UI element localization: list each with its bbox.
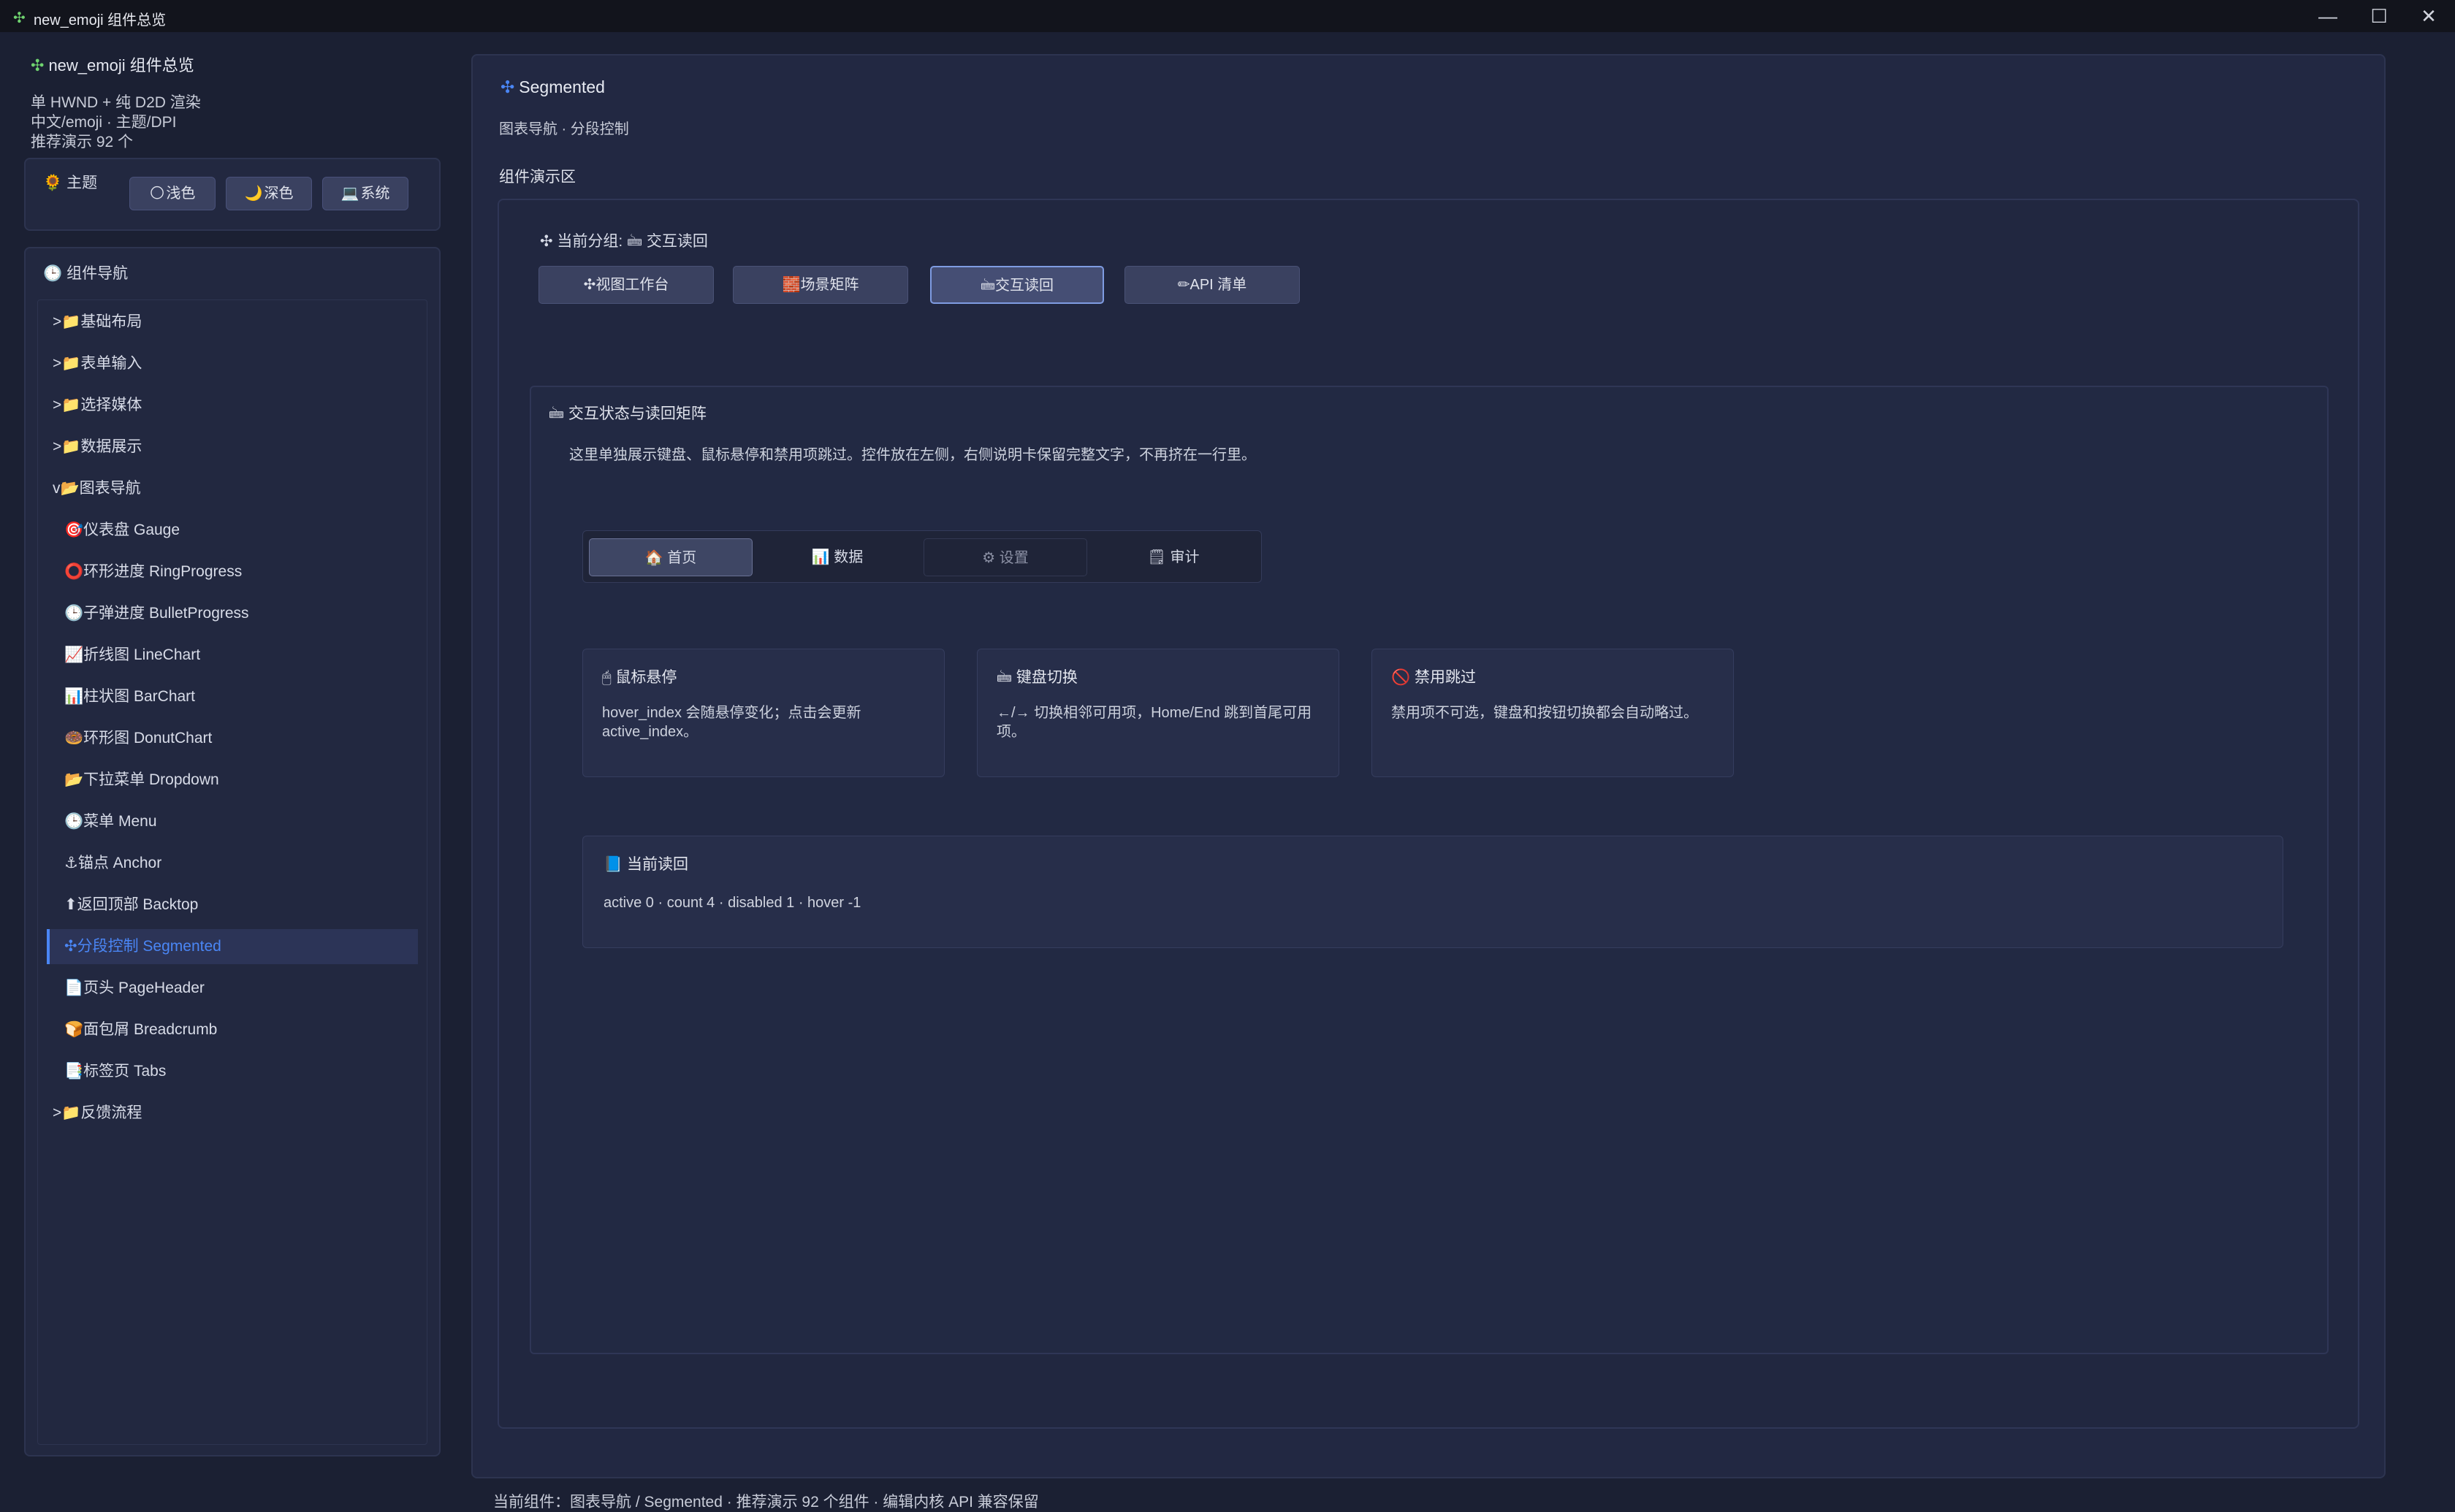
hover-info-title: 🖱 鼠标悬停: [602, 669, 677, 686]
nav-item-donut-chart[interactable]: 🍩环形图 DonutChart: [64, 721, 435, 756]
nav-group-feedback-flow[interactable]: >📁反馈流程: [53, 1096, 424, 1131]
page-title-label: Segmented: [519, 77, 605, 96]
page-title: ✣ Segmented: [500, 77, 605, 97]
theme-system-label: 系统: [360, 186, 390, 202]
group-view-workbench-button[interactable]: ✣视图工作台: [538, 266, 714, 304]
theme-panel: 🌻 主题 🌕 浅色 🌙 深色 💻 系统: [24, 158, 441, 231]
crescent-moon-icon: 🌙: [244, 186, 263, 202]
nav-panel: 🕒 组件导航 >📁基础布局 >📁表单输入 >📁选择媒体 >📁数据展示 v📂图表导航…: [24, 247, 441, 1456]
readout-value: active 0 · count 4 · disabled 1 · hover …: [604, 895, 861, 911]
window-title: new_emoji 组件总览: [34, 12, 167, 28]
minimize-button[interactable]: —: [2306, 3, 2350, 29]
nav-item-gauge[interactable]: 🎯仪表盘 Gauge: [64, 513, 435, 548]
theme-dark-button[interactable]: 🌙 深色: [226, 177, 312, 210]
segmented-icon: ✣: [500, 77, 515, 96]
nav-item-menu[interactable]: 🕒菜单 Menu: [64, 804, 435, 839]
status-bar: 当前组件：图表导航 / Segmented · 推荐演示 92 个组件 · 编辑…: [493, 1494, 1039, 1511]
group-interaction-readback-button[interactable]: 🖮交互读回: [930, 266, 1104, 304]
sunflower-icon: 🌻: [43, 175, 63, 191]
nav-title-label: 组件导航: [66, 265, 129, 282]
app-info-line: 中文/emoji · 主题/DPI: [31, 114, 177, 131]
theme-light-label: 浅色: [166, 186, 196, 202]
laptop-icon: 💻: [340, 186, 359, 202]
nav-item-backtop[interactable]: ⬆返回顶部 Backtop: [64, 887, 435, 923]
keyboard-info-desc: ←/→ 切换相邻可用项，Home/End 跳到首尾可用项。: [997, 705, 1312, 740]
disabled-info-desc: 禁用项不可选，键盘和按钮切换都会自动略过。: [1391, 705, 1698, 721]
nav-group-data-display[interactable]: >📁数据展示: [53, 429, 424, 465]
segmented-control: 🏠 首页 📊 数据 ⚙ 设置 🗒 审计: [582, 530, 1262, 583]
hover-info-card: 🖱 鼠标悬停 hover_index 会随悬停变化；点击会更新 active_i…: [582, 649, 945, 777]
theme-light-button[interactable]: 🌕 浅色: [129, 177, 216, 210]
disabled-info-card: 🚫 禁用跳过 禁用项不可选，键盘和按钮切换都会自动略过。: [1371, 649, 1734, 777]
app-header-title: new_emoji 组件总览: [48, 56, 194, 75]
clock-icon: 🕒: [43, 265, 63, 282]
nav-item-dropdown[interactable]: 📂下拉菜单 Dropdown: [64, 763, 435, 798]
card-title: 🖮 交互状态与读回矩阵: [549, 405, 707, 422]
app-header: ✣ new_emoji 组件总览: [31, 53, 194, 76]
demo-area: ✣ 当前分组: 🖮 交互读回 ✣视图工作台 🧱场景矩阵 🖮交互读回 ✏API 清…: [498, 199, 2359, 1429]
main-panel: ✣ Segmented 图表导航 · 分段控制 组件演示区 ✣ 当前分组: 🖮 交…: [471, 54, 2386, 1478]
demo-area-label: 组件演示区: [499, 169, 576, 186]
nav-group-form-input[interactable]: >📁表单输入: [53, 346, 424, 381]
page-subtitle: 图表导航 · 分段控制: [499, 121, 629, 137]
segment-data[interactable]: 📊 数据: [755, 538, 919, 576]
theme-dark-label: 深色: [264, 186, 294, 202]
nav-item-page-header[interactable]: 📄页头 PageHeader: [64, 971, 435, 1006]
hover-info-desc: hover_index 会随悬停变化；点击会更新 active_index。: [602, 705, 861, 740]
interaction-matrix-card: 🖮 交互状态与读回矩阵 这里单独展示键盘、鼠标悬停和禁用项跳过。控件放在左侧，右…: [530, 386, 2329, 1354]
readout-title: 📘 当前读回: [604, 856, 688, 873]
nav-item-bar-chart[interactable]: 📊柱状图 BarChart: [64, 679, 435, 714]
title-bar: ✣ new_emoji 组件总览 — ☐ ✕: [0, 0, 2455, 32]
segment-home[interactable]: 🏠 首页: [589, 538, 753, 576]
readout-panel: 📘 当前读回 active 0 · count 4 · disabled 1 ·…: [582, 836, 2283, 948]
nav-item-anchor[interactable]: ⚓锚点 Anchor: [64, 846, 435, 881]
nav-group-chart-nav[interactable]: v📂图表导航: [53, 471, 424, 506]
segment-settings: ⚙ 设置: [924, 538, 1087, 576]
nav-item-line-chart[interactable]: 📈折线图 LineChart: [64, 638, 435, 673]
nav-item-breadcrumb[interactable]: 🍞面包屑 Breadcrumb: [64, 1012, 435, 1047]
app-logo-icon: ✣: [31, 56, 45, 75]
card-description: 这里单独展示键盘、鼠标悬停和禁用项跳过。控件放在左侧，右侧说明卡保留完整文字，不…: [569, 447, 1256, 463]
nav-item-segmented[interactable]: ✣分段控制 Segmented: [47, 929, 418, 964]
disabled-info-title: 🚫 禁用跳过: [1391, 669, 1476, 686]
moon-full-icon: 🌕: [149, 186, 165, 202]
maximize-button[interactable]: ☐: [2357, 3, 2401, 29]
theme-title: 🌻 主题: [43, 171, 97, 193]
nav-group-select-media[interactable]: >📁选择媒体: [53, 388, 424, 423]
segment-audit[interactable]: 🗒 审计: [1092, 538, 1255, 576]
group-api-list-button[interactable]: ✏API 清单: [1124, 266, 1300, 304]
theme-title-label: 主题: [66, 175, 98, 191]
nav-item-bullet-progress[interactable]: 🕒子弹进度 BulletProgress: [64, 596, 435, 631]
nav-group-basic-layout[interactable]: >📁基础布局: [53, 305, 424, 340]
theme-system-button[interactable]: 💻 系统: [322, 177, 408, 210]
nav-item-ring-progress[interactable]: ⭕环形进度 RingProgress: [64, 554, 435, 589]
group-scene-matrix-button[interactable]: 🧱场景矩阵: [733, 266, 908, 304]
nav-item-tabs[interactable]: 📑标签页 Tabs: [64, 1054, 435, 1089]
current-group-label: ✣ 当前分组: 🖮 交互读回: [540, 233, 708, 250]
close-button[interactable]: ✕: [2407, 3, 2451, 29]
keyboard-info-card: 🖮 键盘切换 ←/→ 切换相邻可用项，Home/End 跳到首尾可用项。: [977, 649, 1339, 777]
app-info-line: 推荐演示 92 个: [31, 134, 134, 150]
keyboard-info-title: 🖮 键盘切换: [997, 669, 1078, 686]
nav-title: 🕒 组件导航: [43, 261, 128, 283]
app-info-line: 单 HWND + 纯 D2D 渲染: [31, 94, 201, 111]
app-icon: ✣: [13, 10, 26, 26]
nav-tree: >📁基础布局 >📁表单输入 >📁选择媒体 >📁数据展示 v📂图表导航 🎯仪表盘 …: [37, 299, 427, 1445]
